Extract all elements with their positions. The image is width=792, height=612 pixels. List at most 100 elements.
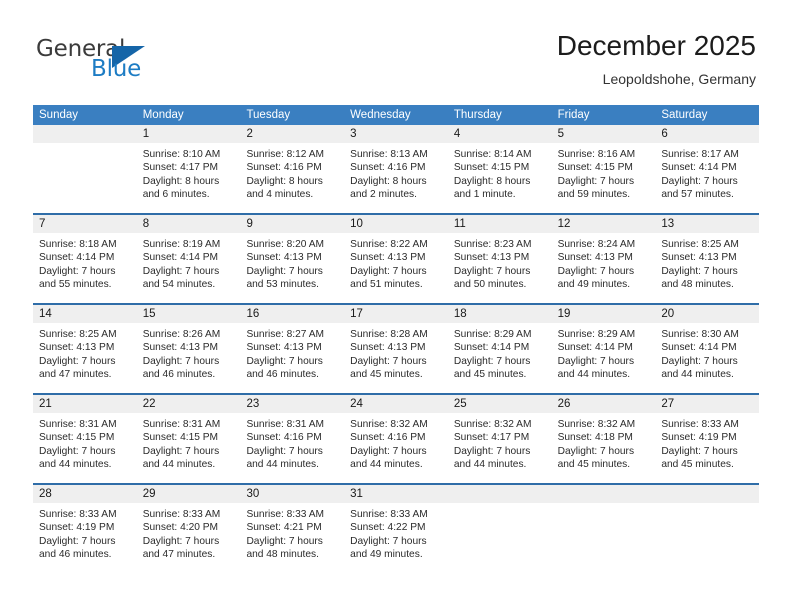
day-details: Sunrise: 8:23 AM Sunset: 4:13 PM Daylight:… <box>448 233 552 292</box>
day-number: 4 <box>453 128 461 140</box>
day-detail-line: Daylight: 7 hours <box>246 445 323 457</box>
day-detail-line: and 53 minutes. <box>246 279 319 291</box>
day-detail-line: Sunrise: 8:16 AM <box>557 149 636 160</box>
calendar-day-cell[interactable]: 21 Sunrise: 8:31 AM Sunset: 4:15 PM Dayligh… <box>33 395 137 483</box>
day-details: Sunrise: 8:12 AM Sunset: 4:16 PM Daylight:… <box>240 143 344 202</box>
day-detail-line: Sunset: 4:15 PM <box>453 162 530 174</box>
calendar-day-cell[interactable]: 1 Sunrise: 8:10 AM Sunset: 4:17 PM Daylight… <box>136 125 241 213</box>
day-detail-line: Daylight: 8 hours <box>453 175 531 187</box>
calendar-day-cell[interactable]: 31 Sunrise: 8:33 AM Sunset: 4:22 PM Dayligh… <box>344 485 448 573</box>
day-detail-line: Sunset: 4:19 PM <box>39 522 115 534</box>
day-details <box>552 503 656 508</box>
page-title: December 2025 <box>556 30 756 61</box>
day-number-band: 14 <box>33 305 137 323</box>
weekday-header-tuesday: Tuesday <box>246 109 291 121</box>
day-detail-line: Sunset: 4:16 PM <box>350 432 426 444</box>
day-detail-line: Sunrise: 8:18 AM <box>39 239 117 250</box>
day-detail-line: and 46 minutes. <box>142 369 216 381</box>
day-detail-line: and 48 minutes. <box>246 549 319 561</box>
day-details: Sunrise: 8:27 AM Sunset: 4:13 PM Daylight:… <box>240 323 344 382</box>
calendar-day-cell[interactable]: 26 Sunrise: 8:32 AM Sunset: 4:18 PM Dayligh… <box>551 395 656 483</box>
day-number: 15 <box>142 308 156 320</box>
calendar-day-cell[interactable]: 6 Sunrise: 8:17 AM Sunset: 4:14 PM Daylight… <box>655 125 760 213</box>
calendar-cell-empty <box>447 485 552 573</box>
calendar-day-cell[interactable]: 5 Sunrise: 8:16 AM Sunset: 4:15 PM Daylight… <box>551 125 656 213</box>
calendar-day-cell[interactable]: 3 Sunrise: 8:13 AM Sunset: 4:16 PM Daylight… <box>344 125 448 213</box>
day-number-band: 8 <box>136 215 241 233</box>
calendar-day-cell[interactable]: 12 Sunrise: 8:24 AM Sunset: 4:13 PM Dayligh… <box>551 215 656 303</box>
day-detail-line: Sunset: 4:13 PM <box>246 252 322 264</box>
day-details: Sunrise: 8:19 AM Sunset: 4:14 PM Daylight:… <box>137 233 241 292</box>
calendar-day-cell[interactable]: 7 Sunrise: 8:18 AM Sunset: 4:14 PM Daylight… <box>33 215 137 303</box>
calendar-day-cell[interactable]: 8 Sunrise: 8:19 AM Sunset: 4:14 PM Daylight… <box>136 215 241 303</box>
day-number: 31 <box>350 488 363 500</box>
calendar-day-cell[interactable]: 27 Sunrise: 8:33 AM Sunset: 4:19 PM Dayligh… <box>655 395 760 483</box>
day-number: 28 <box>39 488 52 500</box>
calendar-day-cell[interactable]: 11 Sunrise: 8:23 AM Sunset: 4:13 PM Dayligh… <box>447 215 552 303</box>
day-details: Sunrise: 8:31 AM Sunset: 4:15 PM Daylight:… <box>33 413 137 472</box>
logo-text-blue: Blue <box>91 56 142 82</box>
day-number-band: 16 <box>240 305 345 323</box>
day-number-band: 3 <box>344 125 448 143</box>
calendar-day-cell[interactable]: 24 Sunrise: 8:32 AM Sunset: 4:16 PM Dayligh… <box>344 395 448 483</box>
day-number: 10 <box>350 218 363 230</box>
day-details: Sunrise: 8:32 AM Sunset: 4:18 PM Daylight:… <box>552 413 656 472</box>
day-detail-line: Sunset: 4:16 PM <box>246 432 322 444</box>
day-detail-line: Daylight: 7 hours <box>142 535 220 547</box>
day-details: Sunrise: 8:29 AM Sunset: 4:14 PM Daylight:… <box>448 323 552 382</box>
calendar-day-cell[interactable]: 2 Sunrise: 8:12 AM Sunset: 4:16 PM Daylight… <box>240 125 345 213</box>
calendar-day-cell[interactable]: 14 Sunrise: 8:25 AM Sunset: 4:13 PM Dayligh… <box>33 305 137 393</box>
day-details: Sunrise: 8:31 AM Sunset: 4:15 PM Daylight:… <box>137 413 241 472</box>
day-detail-line: Sunset: 4:16 PM <box>246 162 322 174</box>
calendar-day-cell[interactable]: 13 Sunrise: 8:25 AM Sunset: 4:13 PM Dayligh… <box>655 215 760 303</box>
day-detail-line: Daylight: 7 hours <box>142 265 220 277</box>
day-number: 25 <box>453 398 467 410</box>
calendar-day-cell[interactable]: 15 Sunrise: 8:26 AM Sunset: 4:13 PM Dayligh… <box>136 305 241 393</box>
calendar-day-cell[interactable]: 4 Sunrise: 8:14 AM Sunset: 4:15 PM Daylight… <box>447 125 552 213</box>
calendar-day-cell[interactable]: 25 Sunrise: 8:32 AM Sunset: 4:17 PM Dayligh… <box>447 395 552 483</box>
day-detail-line: Sunset: 4:14 PM <box>661 162 737 174</box>
day-details: Sunrise: 8:32 AM Sunset: 4:17 PM Daylight:… <box>448 413 552 472</box>
day-detail-line: and 44 minutes. <box>142 459 216 471</box>
calendar-day-cell[interactable]: 17 Sunrise: 8:28 AM Sunset: 4:13 PM Dayligh… <box>344 305 448 393</box>
day-number-band: 22 <box>136 395 241 413</box>
calendar-day-cell[interactable]: 19 Sunrise: 8:29 AM Sunset: 4:14 PM Dayligh… <box>551 305 656 393</box>
day-number: 29 <box>142 488 156 500</box>
day-details: Sunrise: 8:33 AM Sunset: 4:20 PM Daylight:… <box>137 503 241 562</box>
day-detail-line: Sunset: 4:13 PM <box>142 342 219 354</box>
day-detail-line: Sunrise: 8:28 AM <box>350 329 428 340</box>
calendar-day-cell[interactable]: 9 Sunrise: 8:20 AM Sunset: 4:13 PM Daylight… <box>240 215 345 303</box>
day-detail-line: Sunset: 4:14 PM <box>142 252 219 264</box>
weekday-header-wednesday: Wednesday <box>350 109 411 121</box>
calendar-day-cell[interactable]: 23 Sunrise: 8:31 AM Sunset: 4:16 PM Dayligh… <box>240 395 345 483</box>
day-detail-line: and 45 minutes. <box>350 369 423 381</box>
day-number-band: 18 <box>447 305 552 323</box>
day-number-band: 24 <box>344 395 448 413</box>
day-details: Sunrise: 8:25 AM Sunset: 4:13 PM Daylight:… <box>655 233 759 292</box>
day-detail-line: and 45 minutes. <box>453 369 527 381</box>
day-detail-line: Sunset: 4:15 PM <box>557 162 633 174</box>
calendar-day-cell[interactable]: 20 Sunrise: 8:30 AM Sunset: 4:14 PM Dayligh… <box>655 305 760 393</box>
day-number-band: 26 <box>551 395 656 413</box>
calendar-day-cell[interactable]: 16 Sunrise: 8:27 AM Sunset: 4:13 PM Dayligh… <box>240 305 345 393</box>
day-details: Sunrise: 8:17 AM Sunset: 4:14 PM Daylight:… <box>655 143 759 202</box>
generalblue-logo[interactable]: General Blue <box>36 36 166 90</box>
day-detail-line: Sunrise: 8:32 AM <box>557 419 636 430</box>
calendar-day-cell[interactable]: 22 Sunrise: 8:31 AM Sunset: 4:15 PM Dayligh… <box>136 395 241 483</box>
calendar-day-cell[interactable]: 10 Sunrise: 8:22 AM Sunset: 4:13 PM Dayligh… <box>344 215 448 303</box>
calendar-day-cell[interactable]: 18 Sunrise: 8:29 AM Sunset: 4:14 PM Dayligh… <box>447 305 552 393</box>
day-number: 20 <box>661 308 675 320</box>
calendar-day-cell[interactable]: 29 Sunrise: 8:33 AM Sunset: 4:20 PM Dayligh… <box>136 485 241 573</box>
day-detail-line: and 46 minutes. <box>246 369 319 381</box>
calendar-day-cell[interactable]: 30 Sunrise: 8:33 AM Sunset: 4:21 PM Dayligh… <box>240 485 345 573</box>
day-detail-line: Daylight: 7 hours <box>557 445 635 457</box>
day-detail-line: and 54 minutes. <box>142 279 216 291</box>
day-detail-line: and 44 minutes. <box>661 369 734 381</box>
day-details: Sunrise: 8:33 AM Sunset: 4:19 PM Daylight:… <box>655 413 759 472</box>
day-detail-line: and 47 minutes. <box>39 369 112 381</box>
day-detail-line: Daylight: 7 hours <box>661 265 738 277</box>
day-detail-line: Daylight: 7 hours <box>350 445 427 457</box>
calendar-week-row: 7 Sunrise: 8:18 AM Sunset: 4:14 PM Daylight… <box>33 213 760 303</box>
day-detail-line: Daylight: 7 hours <box>661 355 738 367</box>
calendar-day-cell[interactable]: 28 Sunrise: 8:33 AM Sunset: 4:19 PM Dayligh… <box>33 485 137 573</box>
